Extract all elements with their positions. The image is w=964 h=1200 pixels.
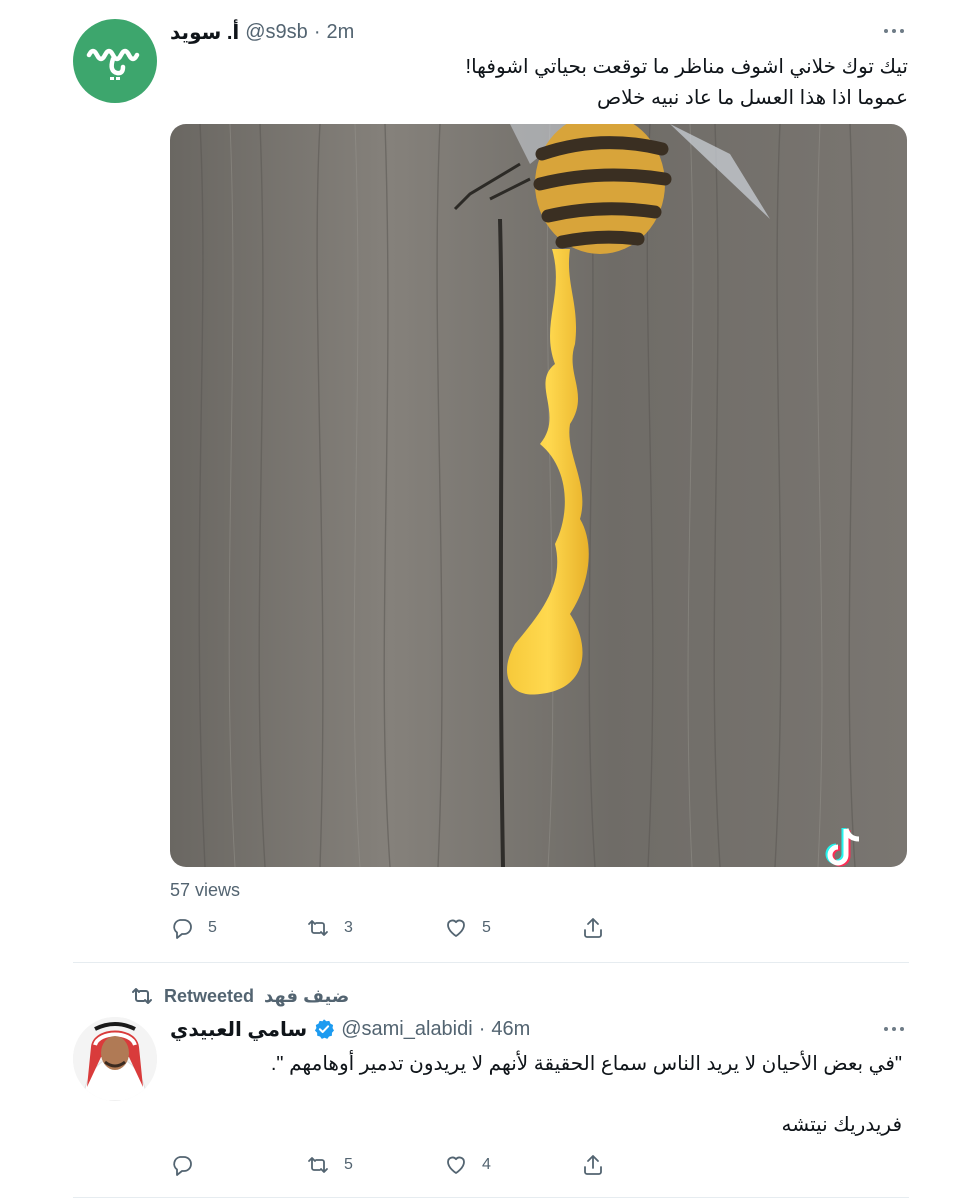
retweeted-by-name: ضيف فهد (264, 985, 350, 1006)
video-frame (170, 124, 907, 867)
avatar-photo (73, 1017, 157, 1101)
reply-button[interactable] (170, 1153, 208, 1177)
reply-icon (173, 919, 192, 939)
tweet-header: سامي العبيدي @sami_alabidi · 46m (170, 1015, 530, 1043)
like-icon (447, 1156, 465, 1174)
timestamp[interactable]: 46m (491, 1018, 530, 1041)
retweet-count: 5 (344, 1156, 353, 1173)
tweet-media-video[interactable] (170, 124, 907, 867)
retweeted-label: Retweeted (164, 985, 255, 1006)
retweet-icon (308, 1157, 328, 1173)
avatar-logo (86, 48, 140, 80)
reply-count: 5 (208, 919, 217, 936)
more-icon[interactable] (884, 27, 908, 35)
more-icon[interactable] (884, 1025, 908, 1033)
separator: · (478, 1017, 486, 1040)
view-count: 57 views (170, 880, 241, 900)
tweet-text-line: تيك توك خلاني اشوف مناظر ما توقعت بحياتي… (465, 56, 908, 78)
display-name[interactable]: سامي العبيدي (170, 1017, 307, 1042)
like-button[interactable]: 4 (444, 1153, 491, 1177)
tweet-divider (73, 962, 909, 963)
retweet-context[interactable]: Retweeted ضيف فهد (130, 983, 349, 1009)
tweet-text-line: فريدريك نيتشه (781, 1114, 903, 1136)
like-count: 4 (482, 1156, 491, 1173)
avatar[interactable] (73, 1017, 157, 1101)
like-button[interactable]: 5 (444, 916, 491, 940)
tweet-header: أ. سويد @s9sb · 2m (170, 18, 354, 46)
share-icon (584, 918, 602, 938)
retweet-count: 3 (344, 919, 353, 936)
retweet-button[interactable]: 5 (306, 1153, 353, 1177)
retweet-button[interactable]: 3 (306, 916, 353, 940)
tweet-text-line: "في بعض الأحيان لا يريد الناس سماع الحقي… (270, 1053, 902, 1075)
reply-icon (173, 1156, 192, 1176)
retweet-icon (308, 920, 328, 936)
like-icon (447, 919, 465, 937)
user-handle[interactable]: @s9sb (245, 21, 308, 44)
reply-button[interactable]: 5 (170, 916, 217, 940)
like-count: 5 (482, 919, 491, 936)
timestamp[interactable]: 2m (326, 21, 354, 44)
user-handle[interactable]: @sami_alabidi (341, 1018, 472, 1041)
verified-badge-icon (315, 1019, 335, 1039)
tweet-divider (73, 1197, 909, 1198)
separator: · (313, 20, 321, 43)
display-name[interactable]: أ. سويد (170, 20, 239, 45)
retweet-icon (132, 988, 152, 1004)
share-icon (584, 1155, 602, 1175)
share-button[interactable] (581, 1153, 605, 1177)
tweet-text-line: عموما اذا هذا العسل ما عاد نبيه خلاص (596, 87, 908, 109)
avatar[interactable] (73, 19, 157, 103)
share-button[interactable] (581, 916, 605, 940)
